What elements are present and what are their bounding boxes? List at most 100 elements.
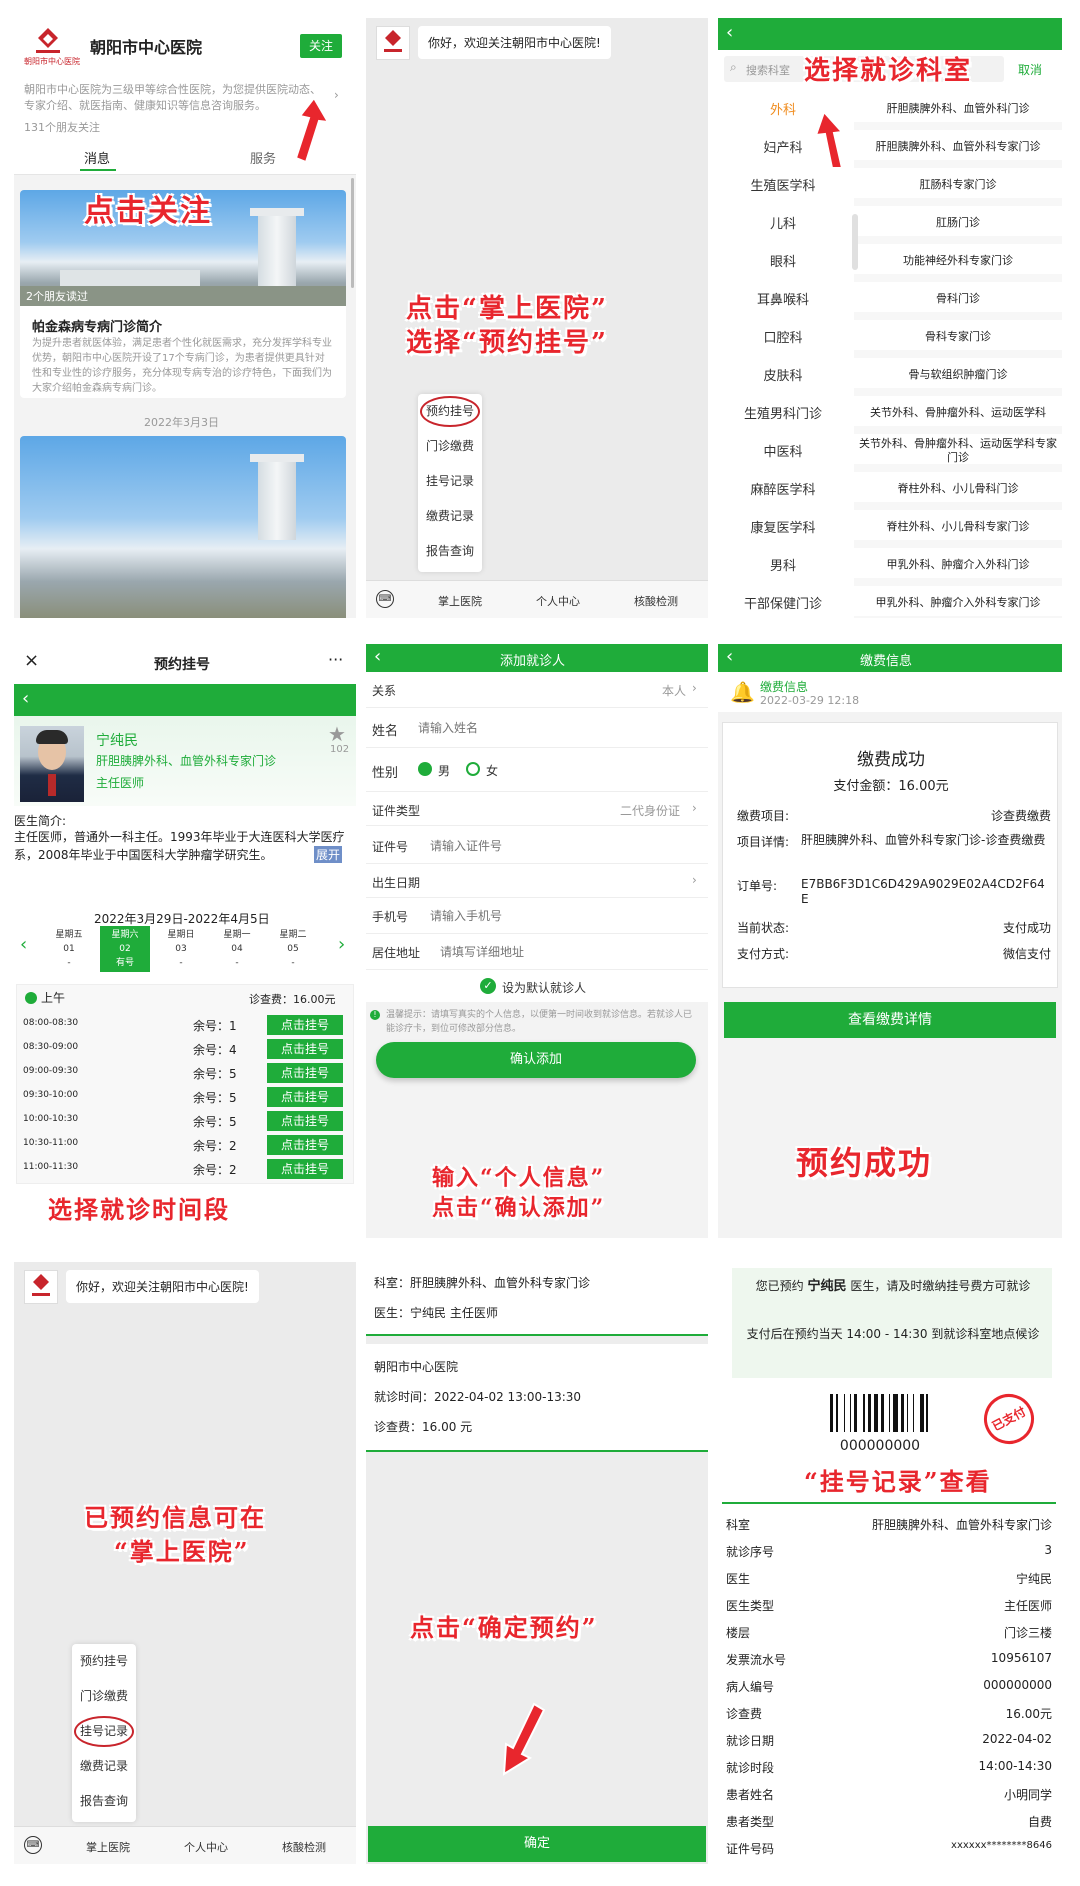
department-item[interactable]: 皮肤科	[718, 358, 848, 396]
back-icon[interactable]: ‹	[374, 646, 381, 667]
menu-item-pay-records[interactable]: 缴费记录	[72, 1749, 136, 1784]
follow-button[interactable]: 关注	[300, 34, 342, 58]
expand-link[interactable]: 展开	[314, 846, 343, 863]
clinic-item[interactable]: 关节外科、骨肿瘤外科、运动医学科专家门诊	[854, 434, 1062, 468]
department-item[interactable]: 耳鼻喉科	[718, 282, 848, 320]
friends-count: 131个朋友关注	[24, 121, 100, 134]
default-checkbox-row[interactable]: ✓ 设为默认就诊人	[366, 970, 708, 1002]
name-input[interactable]	[418, 716, 678, 740]
clinic-item[interactable]: 关节外科、骨肿瘤外科、运动医学科	[854, 396, 1062, 430]
relation-row[interactable]: 关系 本人 ›	[366, 672, 708, 708]
barcode-bar	[920, 1394, 924, 1432]
department-item[interactable]: 麻醉医学科	[718, 472, 848, 510]
clinic-item[interactable]: 骨与软组织肿瘤门诊	[854, 358, 1062, 392]
clinic-item[interactable]: 肛肠科专家门诊	[854, 168, 1062, 202]
day-day: 05	[287, 944, 299, 954]
id-input[interactable]	[430, 834, 680, 858]
menu-item-reports[interactable]: 报告查询	[72, 1784, 136, 1819]
clinic-item[interactable]: 骨科门诊	[854, 282, 1062, 316]
register-slot-button[interactable]: 点击挂号	[267, 1063, 343, 1083]
back-icon[interactable]: ‹	[726, 22, 733, 43]
department-item[interactable]: 生殖男科门诊	[718, 396, 848, 434]
scrollbar[interactable]	[351, 178, 354, 288]
department-item[interactable]: 口腔科	[718, 320, 848, 358]
phone-input[interactable]	[430, 904, 680, 928]
clinic-item[interactable]: 肝胆胰脾外科、血管外科门诊	[854, 92, 1062, 126]
department-item[interactable]: 儿科	[718, 206, 848, 244]
confirm-add-button[interactable]: 确认添加	[376, 1042, 696, 1078]
record-value: 肝胆胰脾外科、血管外科专家门诊	[871, 1518, 1052, 1532]
menu-item-reports[interactable]: 报告查询	[418, 534, 482, 569]
menu-item-records[interactable]: 挂号记录	[418, 464, 482, 499]
female-radio[interactable]	[466, 762, 480, 776]
back-icon[interactable]: ‹	[22, 688, 29, 709]
register-slot-button[interactable]: 点击挂号	[267, 1111, 343, 1131]
day-option[interactable]: 星期二 05 -	[268, 926, 318, 972]
keyboard-icon[interactable]: ⌨	[376, 590, 394, 608]
birth-row[interactable]: 出生日期 ›	[366, 864, 708, 898]
hospital-avatar	[376, 26, 410, 60]
payment-row: 订单号: E7BB6F3D1C6D429A9029E02A4CD2F64E	[737, 877, 1051, 915]
bottom-tab-personal[interactable]: 个人中心	[536, 593, 580, 609]
bottom-tab-nucleic[interactable]: 核酸检测	[282, 1839, 326, 1855]
slot-time: 11:00-11:30	[23, 1162, 79, 1172]
menu-item-appointment[interactable]: 预约挂号	[72, 1644, 136, 1679]
address-input[interactable]	[440, 940, 690, 964]
clinic-item[interactable]: 脊柱外科、小儿骨科门诊	[854, 472, 1062, 506]
clinic-item[interactable]: 肛肠门诊	[854, 206, 1062, 240]
bottom-tab-hospital[interactable]: 掌上医院	[438, 593, 482, 609]
clinic-item[interactable]: 骨科专家门诊	[854, 320, 1062, 354]
keyboard-icon[interactable]: ⌨	[24, 1836, 42, 1854]
department-item[interactable]: 眼科	[718, 244, 848, 282]
day-option[interactable]: 星期五 01 -	[44, 926, 94, 972]
clinic-item[interactable]: 甲乳外科、肿瘤介入外科专家门诊	[854, 586, 1062, 618]
barcode-number: 000000000	[839, 1438, 921, 1454]
tab-services[interactable]: 服务	[250, 148, 276, 167]
intro-text: 主任医师，普通外一科主任。1993年毕业于大连医科大学医疗系，2008年毕业于中…	[14, 830, 345, 862]
day-option[interactable]: 星期一 04 -	[212, 926, 262, 972]
department-item[interactable]: 康复医学科	[718, 510, 848, 548]
close-icon[interactable]: ×	[24, 650, 39, 671]
id-type-row[interactable]: 证件类型 二代身份证 ›	[366, 792, 708, 826]
form: 关系 本人 › 姓名 性别 男 女 证件类型 二代身份证 › 证件号 出生日期 …	[366, 672, 708, 1002]
department-item[interactable]: 生殖医学科	[718, 168, 848, 206]
register-slot-button[interactable]: 点击挂号	[267, 1039, 343, 1059]
scroll-handle[interactable]	[852, 214, 858, 270]
bottom-tab-nucleic[interactable]: 核酸检测	[634, 593, 678, 609]
bottom-tab-hospital[interactable]: 掌上医院	[86, 1839, 130, 1855]
clinic-item[interactable]: 功能神经外科专家门诊	[854, 244, 1062, 278]
day-option[interactable]: 星期六 02 有号	[100, 926, 150, 972]
slot-time: 09:00-09:30	[23, 1066, 79, 1076]
register-slot-button[interactable]: 点击挂号	[267, 1087, 343, 1107]
clinic-item[interactable]: 脊柱外科、小儿骨科专家门诊	[854, 510, 1062, 544]
menu-item-payment[interactable]: 门诊缴费	[418, 429, 482, 464]
star-icon[interactable]: ★	[328, 722, 346, 746]
register-slot-button[interactable]: 点击挂号	[267, 1159, 343, 1179]
back-icon[interactable]: ‹	[726, 646, 733, 667]
clinic-item[interactable]: 肝胆胰脾外科、血管外科专家门诊	[854, 130, 1062, 164]
prev-week-icon[interactable]: ‹	[20, 934, 27, 955]
tab-messages[interactable]: 消息	[84, 148, 110, 167]
more-icon[interactable]: ···	[328, 650, 343, 669]
chevron-right-icon[interactable]: ›	[334, 88, 339, 102]
department-item[interactable]: 干部保健门诊	[718, 586, 848, 618]
bottom-tab-personal[interactable]: 个人中心	[184, 1839, 228, 1855]
confirm-button[interactable]: 确定	[368, 1826, 706, 1862]
annotation-step5-line2: 点击“确认添加”	[432, 1195, 606, 1221]
male-radio[interactable]	[418, 762, 432, 776]
menu-item-records[interactable]: 挂号记录	[74, 1716, 134, 1747]
annotation-select-time: 选择就诊时间段	[48, 1195, 230, 1224]
clinic-item[interactable]: 甲乳外科、肿瘤介入外科门诊	[854, 548, 1062, 582]
view-detail-button[interactable]: 查看缴费详情	[724, 1002, 1056, 1038]
register-slot-button[interactable]: 点击挂号	[267, 1135, 343, 1155]
panel-account-profile: 朝阳市中心医院 朝阳市中心医院 关注 朝阳市中心医院为三级甲等综合性医院，为您提…	[14, 18, 356, 618]
department-item[interactable]: 男科	[718, 548, 848, 586]
register-slot-button[interactable]: 点击挂号	[267, 1015, 343, 1035]
day-option[interactable]: 星期日 03 -	[156, 926, 206, 972]
next-week-icon[interactable]: ›	[338, 934, 345, 955]
menu-item-appointment[interactable]: 预约挂号	[420, 396, 480, 427]
menu-item-pay-records[interactable]: 缴费记录	[418, 499, 482, 534]
menu-item-payment[interactable]: 门诊缴费	[72, 1679, 136, 1714]
department-item[interactable]: 中医科	[718, 434, 848, 472]
cancel-button[interactable]: 取消	[1018, 61, 1042, 78]
